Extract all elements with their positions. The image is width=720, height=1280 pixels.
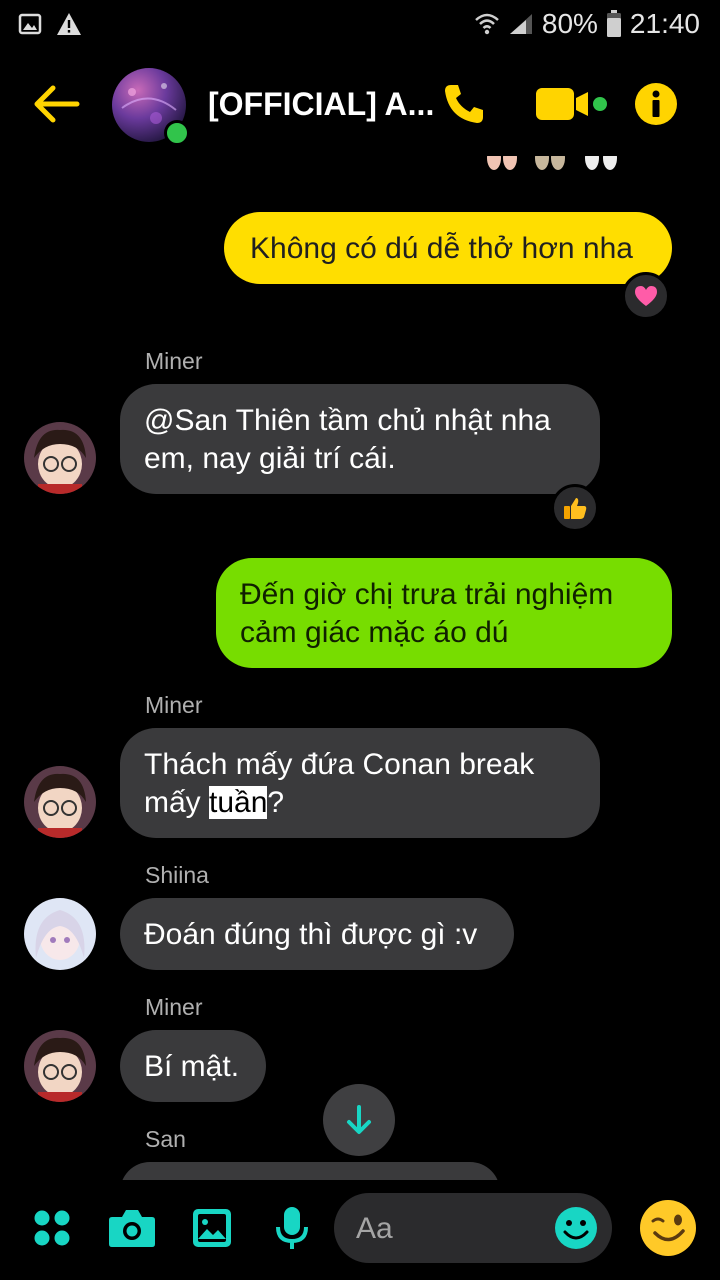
selected-text-highlight[interactable]: tuần	[209, 786, 268, 819]
message-text-line: em, nay giải trí cái.	[144, 442, 396, 475]
outgoing-message-bubble[interactable]: Đến giờ chị trưa trải nghiệm cảm giác mặ…	[216, 558, 672, 668]
conversation-title[interactable]: [OFFICIAL] A...	[208, 86, 434, 123]
back-button[interactable]	[30, 82, 82, 126]
phone-icon	[445, 85, 483, 123]
warning-icon	[57, 13, 81, 35]
miner-avatar[interactable]	[24, 766, 96, 838]
camera-icon	[109, 1210, 155, 1247]
signal-icon	[509, 14, 532, 34]
status-bar: 80% 21:40	[0, 0, 720, 50]
clock: 21:40	[629, 8, 700, 39]
conan-avatar-art	[24, 766, 96, 838]
previous-message-reactions	[484, 156, 624, 174]
microphone-icon	[276, 1207, 308, 1249]
sender-name: Shiina	[145, 862, 209, 888]
info-icon	[635, 83, 677, 125]
battery-percent: 80%	[541, 8, 598, 39]
scroll-to-bottom-button[interactable]	[323, 1084, 395, 1156]
message-text-fragment: ?	[267, 786, 285, 819]
wifi-icon	[475, 13, 499, 35]
more-actions-button[interactable]	[32, 1208, 72, 1248]
image-icon	[193, 1209, 231, 1247]
gallery-icon	[18, 13, 42, 35]
online-status-dot	[164, 120, 190, 146]
anime-girl-avatar-art	[24, 898, 96, 970]
message-text-line: Đến giờ chị trưa trải nghiệm	[240, 578, 614, 611]
message-text-line: cảm giác mặc áo dú	[240, 616, 509, 649]
heart-icon	[635, 286, 657, 306]
gallery-button[interactable]	[190, 1206, 234, 1250]
sender-name: Miner	[145, 692, 203, 718]
miner-avatar[interactable]	[24, 422, 96, 494]
notification-icons	[18, 12, 82, 36]
message-text: Bí mật.	[144, 1050, 240, 1083]
thumbs-up-reaction[interactable]	[551, 484, 599, 532]
thumbs-up-icon	[564, 498, 587, 519]
back-arrow-icon	[34, 85, 80, 123]
arrow-down-icon	[347, 1105, 371, 1134]
camera-button[interactable]	[108, 1206, 156, 1250]
message-text-fragment: mấy	[144, 786, 210, 819]
conan-avatar-art	[24, 422, 96, 494]
quick-emoji-button[interactable]	[638, 1198, 698, 1258]
incoming-message-bubble[interactable]: Đoán đúng thì được gì :v	[120, 898, 514, 970]
smiley-icon	[555, 1207, 597, 1249]
sender-name: Miner	[145, 348, 203, 374]
status-right: 80% 21:40	[474, 8, 700, 40]
voice-message-button[interactable]	[272, 1204, 312, 1252]
message-text: Đoán đúng thì được gì :v	[144, 918, 478, 951]
incoming-message-bubble[interactable]: Thách mấy đứa Conan break mấy tuần?	[120, 728, 600, 838]
video-call-button[interactable]	[534, 84, 610, 124]
wink-emoji-icon	[640, 1200, 696, 1256]
conan-avatar-art	[24, 1030, 96, 1102]
battery-icon	[606, 10, 621, 37]
sender-name: San	[145, 1126, 186, 1152]
sender-name: Miner	[145, 994, 203, 1020]
video-camera-icon	[536, 88, 607, 120]
four-dots-icon	[34, 1210, 70, 1246]
message-text-line: @San Thiên tầm chủ nhật nha	[144, 404, 551, 437]
emoji-picker-button[interactable]	[554, 1206, 598, 1250]
incoming-message-bubble[interactable]: @San Thiên tầm chủ nhật nha em, nay giải…	[120, 384, 600, 494]
message-text: Không có dú dễ thở hơn nha	[250, 232, 633, 265]
shiina-avatar[interactable]	[24, 898, 96, 970]
message-input-placeholder: Aa	[356, 1212, 393, 1245]
incoming-message-bubble[interactable]: Bí mật.	[120, 1030, 266, 1102]
hands-emoji-icons	[487, 156, 617, 170]
info-button[interactable]	[634, 82, 678, 126]
outgoing-message-bubble[interactable]: Không có dú dễ thở hơn nha	[224, 212, 672, 284]
heart-reaction[interactable]	[622, 272, 670, 320]
miner-avatar[interactable]	[24, 1030, 96, 1102]
message-text-line: Thách mấy đứa Conan break	[144, 748, 535, 781]
voice-call-button[interactable]	[440, 80, 488, 128]
message-text-line: mấy tuần?	[144, 784, 284, 822]
